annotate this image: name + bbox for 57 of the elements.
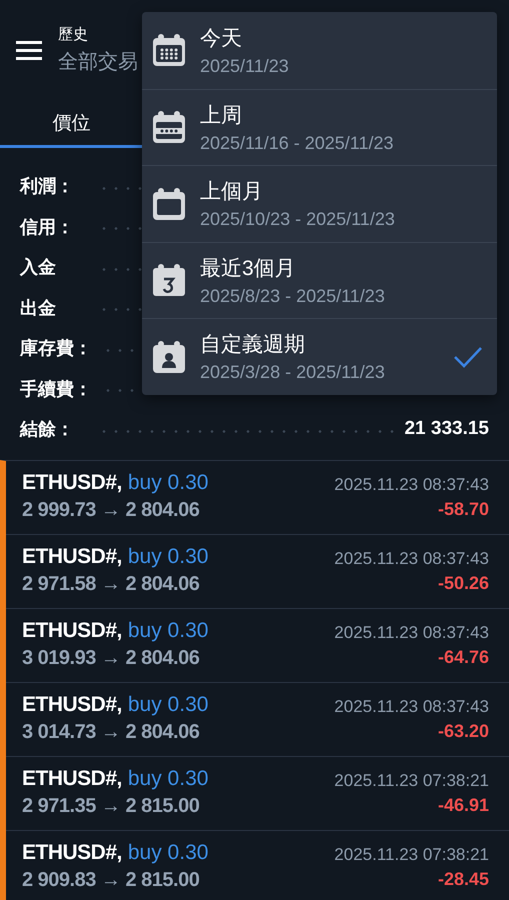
trade-profit: -58.70 [438,498,489,520]
trade-symbol: ETHUSD#, [22,618,122,642]
summary-label: 信用： [20,216,75,239]
period-item[interactable]: 自定義週期 2025/3/28 - 2025/11/23 [142,318,497,394]
trade-symbol: ETHUSD#, [22,840,122,864]
trade-prices: 2 971.58 → 2 804.06 [22,572,200,596]
trade-profit: -64.76 [438,646,489,668]
trade-symbol: ETHUSD#, [22,470,122,494]
trade-time: 2025.11.23 07:38:21 [334,844,489,864]
trade-time: 2025.11.23 08:37:43 [334,548,489,568]
trade-time: 2025.11.23 08:37:43 [334,474,489,494]
calendar-icon [152,340,186,374]
page-title: 歷史 [58,25,89,44]
trade-prices: 2 971.35 → 2 815.00 [22,794,200,818]
calendar-icon [152,186,186,221]
trade-time: 2025.11.23 08:37:43 [334,696,489,716]
trade-symbol: ETHUSD#, [22,544,122,568]
trade-prices: 3 014.73 → 2 804.06 [22,720,200,744]
calendar-icon [152,110,186,144]
trade-side: buy 0.30 [128,618,208,642]
trade-side: buy 0.30 [128,544,208,568]
calendar-icon [152,263,186,298]
trade-time: 2025.11.23 08:37:43 [334,622,489,642]
trade-prices: 2 909.83 → 2 815.00 [22,868,200,892]
summary-value: 21 333.15 [404,418,489,440]
period-item[interactable]: 最近3個月 2025/8/23 - 2025/11/23 [142,242,497,318]
summary-label: 入金 [20,256,57,280]
summary-label: 結餘： [20,418,75,442]
trade-row[interactable]: ETHUSD#, buy 0.30 3 014.73 → 2 804.06 2025.11.23 08:37:43 -63.20 [6,682,509,756]
trade-side: buy 0.30 [128,692,208,716]
trade-symbol: ETHUSD#, [22,692,122,716]
summary-label: 庫存費： [20,337,92,360]
trade-row[interactable]: ETHUSD#, buy 0.30 2 999.73 → 2 804.06 2025.11.23 08:37:43 -58.70 [6,460,509,534]
summary-label: 手續費： [20,378,92,401]
trade-row[interactable]: ETHUSD#, buy 0.30 2 909.83 → 2 815.00 2025.11.23 07:38:21 -28.45 [6,830,509,900]
trade-symbol: ETHUSD#, [22,766,122,790]
period-item[interactable]: 今天 2025/11/23 [142,12,497,88]
period-item[interactable]: 上周 2025/11/16 - 2025/11/23 [142,88,497,165]
page-subtitle: 全部交易 [58,50,138,75]
summary-label: 利潤： [20,175,75,198]
period-item[interactable]: 上個月 2025/10/23 - 2025/11/23 [142,165,497,242]
trade-time: 2025.11.23 07:38:21 [334,770,489,790]
trade-profit: -28.45 [438,868,489,890]
trade-prices: 2 999.73 → 2 804.06 [22,498,200,522]
trade-profit: -46.91 [438,794,489,816]
menu-icon[interactable] [16,39,42,61]
trade-side: buy 0.30 [128,766,208,790]
trade-row[interactable]: ETHUSD#, buy 0.30 2 971.58 → 2 804.06 2025.11.23 08:37:43 -50.26 [6,534,509,608]
trade-profit: -63.20 [438,720,489,742]
summary-label: 出金 [20,296,57,320]
trade-row[interactable]: ETHUSD#, buy 0.30 2 971.35 → 2 815.00 2025.11.23 07:38:21 -46.91 [6,756,509,830]
calendar-icon [152,33,186,68]
trade-prices: 3 019.93 → 2 804.06 [22,646,200,670]
trade-profit: -50.26 [438,572,489,594]
trade-row[interactable]: ETHUSD#, buy 0.30 3 019.93 → 2 804.06 2025.11.23 08:37:43 -64.76 [6,608,509,682]
trade-side: buy 0.30 [128,840,208,864]
trade-side: buy 0.30 [128,470,208,494]
